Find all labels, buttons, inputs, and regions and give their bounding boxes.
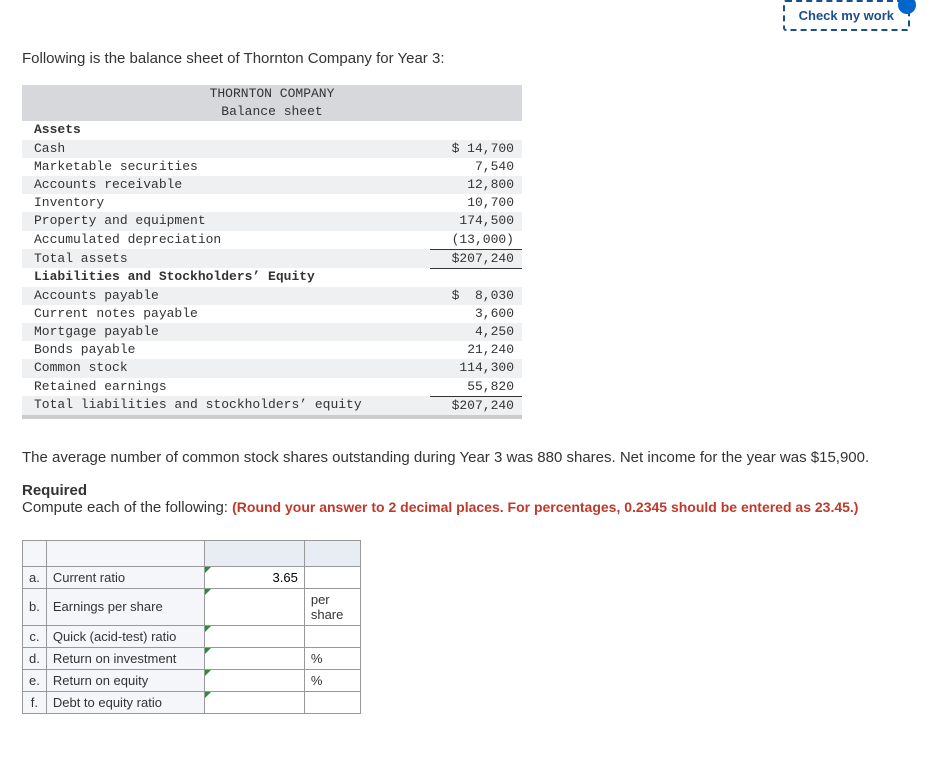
bs-row-label: Accounts payable: [22, 287, 430, 305]
answer-row: d. Return on investment %: [23, 647, 361, 669]
answer-letter: b.: [23, 588, 47, 625]
total-assets-value: $207,240: [430, 249, 522, 268]
check-my-work-button[interactable]: Check my work: [783, 0, 910, 31]
answer-row: e. Return on equity %: [23, 669, 361, 691]
answer-input-f[interactable]: [205, 692, 304, 713]
assets-heading: Assets: [22, 121, 430, 139]
input-marker-icon: [205, 589, 211, 595]
required-text: Compute each of the following:: [22, 499, 232, 516]
bs-row-label: Property and equipment: [22, 212, 430, 230]
bs-title-2: Balance sheet: [22, 103, 522, 121]
bs-row-label: Mortgage payable: [22, 323, 430, 341]
bs-row-label: Retained earnings: [22, 378, 430, 397]
answer-unit: [304, 691, 360, 713]
bs-row-value: 12,800: [430, 176, 522, 194]
input-marker-icon: [205, 670, 211, 676]
answer-label: Return on investment: [46, 647, 204, 669]
answer-input-e[interactable]: [205, 670, 304, 691]
bs-row-value: 10,700: [430, 194, 522, 212]
answer-label: Quick (acid-test) ratio: [46, 625, 204, 647]
answer-row: b. Earnings per share per share: [23, 588, 361, 625]
answer-input-c[interactable]: [205, 626, 304, 647]
bs-row-value: (13,000): [430, 231, 522, 250]
bs-row-value: $ 8,030: [430, 287, 522, 305]
answer-letter: e.: [23, 669, 47, 691]
answer-unit: per share: [304, 588, 360, 625]
intro-text: Following is the balance sheet of Thornt…: [22, 50, 918, 67]
bs-row-label: Inventory: [22, 194, 430, 212]
bs-row-value: 21,240: [430, 341, 522, 359]
answer-letter: d.: [23, 647, 47, 669]
bs-row-label: Accumulated depreciation: [22, 231, 430, 250]
answer-row: a. Current ratio: [23, 566, 361, 588]
bs-row-value: 55,820: [430, 378, 522, 397]
question-content: Following is the balance sheet of Thornt…: [0, 0, 940, 734]
answer-unit: [304, 566, 360, 588]
bs-row-label: Cash: [22, 140, 430, 158]
answer-input-b[interactable]: [205, 596, 304, 617]
answer-label: Debt to equity ratio: [46, 691, 204, 713]
bs-row-value: 174,500: [430, 212, 522, 230]
total-liab-value: $207,240: [430, 396, 522, 417]
bs-row-label: Common stock: [22, 359, 430, 377]
answer-letter: c.: [23, 625, 47, 647]
answer-letter: f.: [23, 691, 47, 713]
bs-row-label: Current notes payable: [22, 305, 430, 323]
paragraph-2: The average number of common stock share…: [22, 447, 918, 468]
required-heading: Required: [22, 482, 918, 499]
answer-unit: %: [304, 669, 360, 691]
bs-row-label: Accounts receivable: [22, 176, 430, 194]
input-marker-icon: [205, 692, 211, 698]
bs-row-value: 7,540: [430, 158, 522, 176]
answer-input-a[interactable]: [205, 567, 304, 588]
balance-sheet-table: THORNTON COMPANY Balance sheet Assets Ca…: [22, 85, 522, 419]
answer-row: c. Quick (acid-test) ratio: [23, 625, 361, 647]
bs-row-value: $ 14,700: [430, 140, 522, 158]
answer-unit: %: [304, 647, 360, 669]
liab-heading: Liabilities and Stockholders’ Equity: [22, 268, 430, 286]
bs-row-label: Marketable securities: [22, 158, 430, 176]
bs-row-value: 4,250: [430, 323, 522, 341]
answer-label: Current ratio: [46, 566, 204, 588]
input-marker-icon: [205, 626, 211, 632]
input-marker-icon: [205, 567, 211, 573]
bs-row-value: 114,300: [430, 359, 522, 377]
answer-table: a. Current ratio b. Earnings per share p…: [22, 540, 361, 714]
required-note: (Round your answer to 2 decimal places. …: [232, 499, 858, 515]
input-marker-icon: [205, 648, 211, 654]
answer-letter: a.: [23, 566, 47, 588]
total-assets-label: Total assets: [22, 249, 430, 268]
total-liab-label: Total liabilities and stockholders’ equi…: [22, 396, 430, 417]
answer-row: f. Debt to equity ratio: [23, 691, 361, 713]
answer-input-d[interactable]: [205, 648, 304, 669]
bs-title-1: THORNTON COMPANY: [22, 85, 522, 103]
answer-label: Earnings per share: [46, 588, 204, 625]
bs-row-label: Bonds payable: [22, 341, 430, 359]
answer-unit: [304, 625, 360, 647]
answer-label: Return on equity: [46, 669, 204, 691]
bs-row-value: 3,600: [430, 305, 522, 323]
